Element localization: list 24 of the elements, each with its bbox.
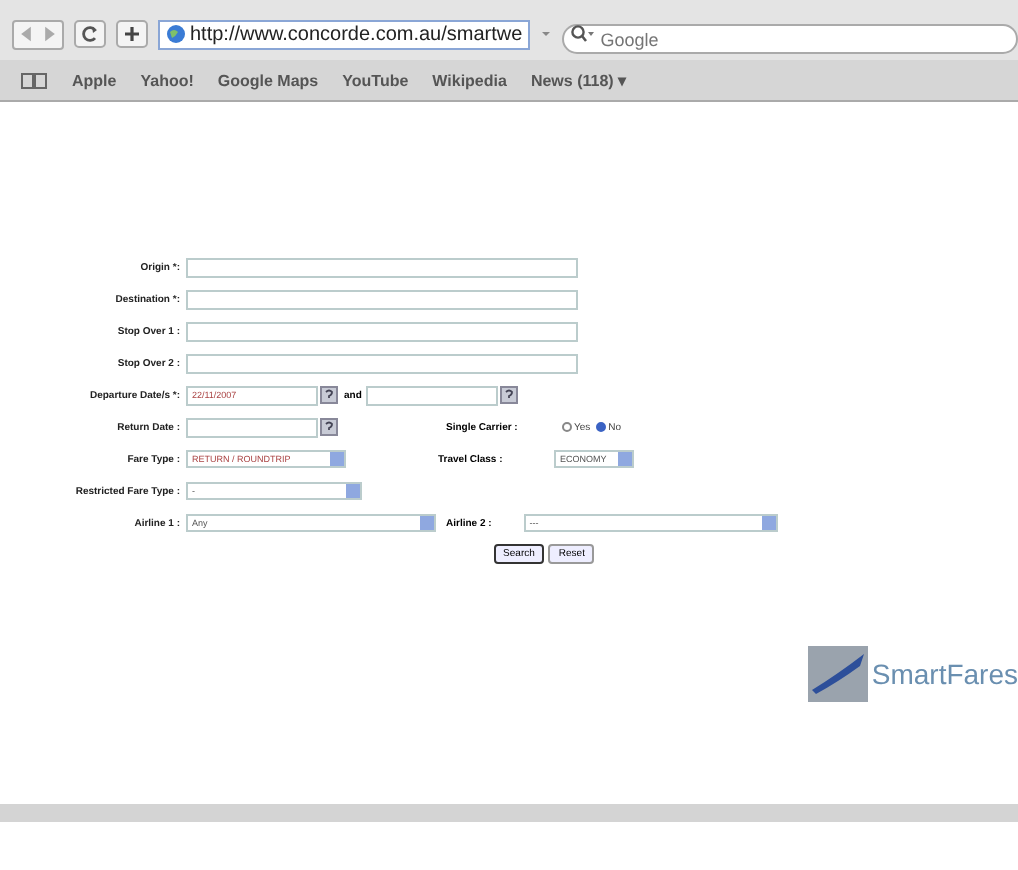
bookmark-link[interactable]: News (118) ▾ <box>530 71 627 89</box>
date-field[interactable] <box>186 417 318 437</box>
globe-icon <box>166 24 186 44</box>
search-field[interactable]: Google <box>562 24 1018 54</box>
logo-text: SmartFares <box>871 658 1018 690</box>
text-field[interactable] <box>186 257 578 277</box>
bookmark-link[interactable]: Wikipedia <box>432 71 507 89</box>
add-icon[interactable] <box>116 20 148 48</box>
bookmark-link[interactable]: Google Maps <box>217 71 319 89</box>
bookmark-link[interactable]: Yahoo! <box>140 71 194 89</box>
plane-icon <box>807 646 868 702</box>
bookmark-link[interactable]: YouTube <box>342 71 409 89</box>
radio-button[interactable] <box>562 422 572 432</box>
text-field[interactable] <box>186 353 578 373</box>
bookmark-link[interactable]: Apple <box>72 71 117 89</box>
dropdown-icon[interactable] <box>540 28 553 40</box>
date-field[interactable] <box>365 385 498 405</box>
text-field[interactable] <box>186 321 578 341</box>
text-field[interactable] <box>186 289 578 309</box>
reload-icon[interactable] <box>74 20 106 48</box>
search-icon <box>570 24 595 44</box>
book-icon[interactable] <box>20 71 48 89</box>
radio-button[interactable] <box>596 422 607 432</box>
address-field[interactable]: http://www.concorde.com.au/smartwe <box>158 19 531 49</box>
